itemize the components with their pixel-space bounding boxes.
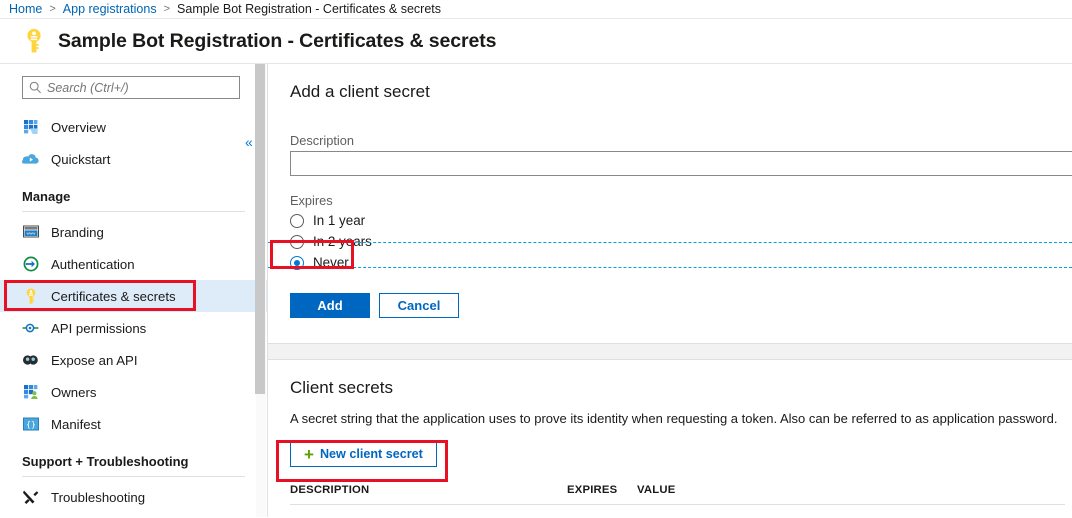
sidebar-item-owners[interactable]: Owners	[0, 376, 267, 408]
sidebar-group-title: Support + Troubleshooting	[22, 454, 267, 469]
column-header-description: DESCRIPTION	[290, 484, 567, 496]
breadcrumb-separator: >	[49, 3, 55, 15]
sidebar-item-troubleshooting[interactable]: Troubleshooting	[0, 481, 267, 513]
sidebar-item-label: Overview	[51, 120, 106, 135]
plus-icon: +	[304, 446, 314, 463]
sidebar-group-support-header: Support + Troubleshooting	[0, 440, 267, 469]
client-secrets-table-header: DESCRIPTION EXPIRES VALUE	[290, 484, 1065, 505]
cancel-button[interactable]: Cancel	[379, 293, 459, 318]
grid-icon	[22, 119, 39, 136]
expires-label: Expires	[290, 193, 1072, 208]
sidebar-group-manage-header: Manage	[0, 175, 267, 204]
breadcrumb-item-current: Sample Bot Registration - Certificates &…	[177, 2, 441, 16]
column-header-expires: EXPIRES	[567, 484, 637, 496]
azure-portal-page: Home > App registrations > Sample Bot Re…	[0, 0, 1072, 518]
radio-button-icon-selected	[290, 256, 304, 270]
expose-api-icon	[22, 352, 39, 369]
sidebar-item-label: Certificates & secrets	[51, 289, 176, 304]
cloud-icon	[22, 151, 39, 168]
sidebar-nav-manage: www Branding Authentication	[0, 216, 267, 440]
sidebar-item-quickstart[interactable]: Quickstart	[0, 143, 267, 175]
breadcrumb-item-home[interactable]: Home	[9, 2, 42, 16]
owners-icon	[22, 384, 39, 401]
new-client-secret-label: New client secret	[320, 447, 423, 461]
search-input[interactable]	[47, 81, 233, 95]
client-secrets-panel: Client secrets A secret string that the …	[268, 360, 1072, 505]
add-client-secret-panel: Add a client secret Description Expires …	[268, 64, 1072, 344]
radio-never[interactable]: Never	[290, 252, 1072, 273]
search-icon	[29, 81, 42, 94]
manifest-icon: {}	[22, 416, 39, 433]
client-secrets-heading: Client secrets	[290, 378, 1072, 398]
add-button[interactable]: Add	[290, 293, 370, 318]
description-input[interactable]	[290, 151, 1072, 176]
branding-icon: www	[22, 224, 39, 241]
page-body: «	[0, 64, 1072, 517]
sidebar-scrollbar-thumb[interactable]	[255, 64, 265, 394]
breadcrumb: Home > App registrations > Sample Bot Re…	[0, 0, 1072, 19]
page-title: Sample Bot Registration - Certificates &…	[58, 30, 496, 53]
sidebar-item-label: Troubleshooting	[51, 490, 145, 505]
panel-separator	[268, 344, 1072, 360]
divider	[22, 476, 245, 477]
radio-button-icon	[290, 214, 304, 228]
sidebar-item-branding[interactable]: www Branding	[0, 216, 267, 248]
radio-label: Never	[313, 255, 349, 270]
sidebar-item-label: Branding	[51, 225, 104, 240]
page-header: Sample Bot Registration - Certificates &…	[0, 19, 1072, 64]
key-icon	[22, 27, 46, 55]
sidebar-search-wrap	[0, 64, 267, 99]
sidebar-item-overview[interactable]: Overview	[0, 111, 267, 143]
api-permissions-icon	[22, 320, 39, 337]
sidebar-item-label: Manifest	[51, 417, 101, 432]
sidebar-item-expose-an-api[interactable]: Expose an API	[0, 344, 267, 376]
sidebar-item-certificates-and-secrets[interactable]: Certificates & secrets	[0, 280, 267, 312]
search-box[interactable]	[22, 76, 240, 99]
radio-in-1-year[interactable]: In 1 year	[290, 210, 1072, 231]
sidebar-group-title: Manage	[22, 189, 267, 204]
tools-icon	[22, 489, 39, 506]
radio-label: In 2 years	[313, 234, 372, 249]
form-actions: Add Cancel	[290, 293, 1072, 318]
sidebar-item-api-permissions[interactable]: API permissions	[0, 312, 267, 344]
radio-label: In 1 year	[313, 213, 365, 228]
sidebar-item-label: Expose an API	[51, 353, 138, 368]
sidebar-nav-support: Troubleshooting	[0, 481, 267, 513]
radio-in-2-years[interactable]: In 2 years	[290, 231, 1072, 252]
authentication-icon	[22, 256, 39, 273]
add-client-secret-heading: Add a client secret	[290, 82, 1072, 102]
sidebar-item-label: Quickstart	[51, 152, 110, 167]
sidebar-item-manifest[interactable]: {} Manifest	[0, 408, 267, 440]
sidebar-item-label: Owners	[51, 385, 96, 400]
divider	[22, 211, 245, 212]
column-header-value: VALUE	[637, 484, 737, 496]
svg-text:www: www	[26, 231, 35, 236]
sidebar-nav-top: Overview Quickstart	[0, 111, 267, 175]
radio-button-icon	[290, 235, 304, 249]
breadcrumb-item-app-registrations[interactable]: App registrations	[63, 2, 157, 16]
sidebar-item-authentication[interactable]: Authentication	[0, 248, 267, 280]
new-client-secret-button[interactable]: + New client secret	[290, 441, 437, 467]
breadcrumb-separator: >	[164, 3, 170, 15]
key-icon	[22, 288, 39, 305]
sidebar-item-label: API permissions	[51, 321, 146, 336]
sidebar: «	[0, 64, 268, 517]
svg-text:{}: {}	[26, 420, 36, 429]
sidebar-item-label: Authentication	[51, 257, 135, 272]
sidebar-scrollbar-track[interactable]	[256, 64, 266, 517]
main-content: Add a client secret Description Expires …	[268, 64, 1072, 517]
description-label: Description	[290, 133, 1072, 148]
client-secrets-description: A secret string that the application use…	[290, 411, 1072, 426]
